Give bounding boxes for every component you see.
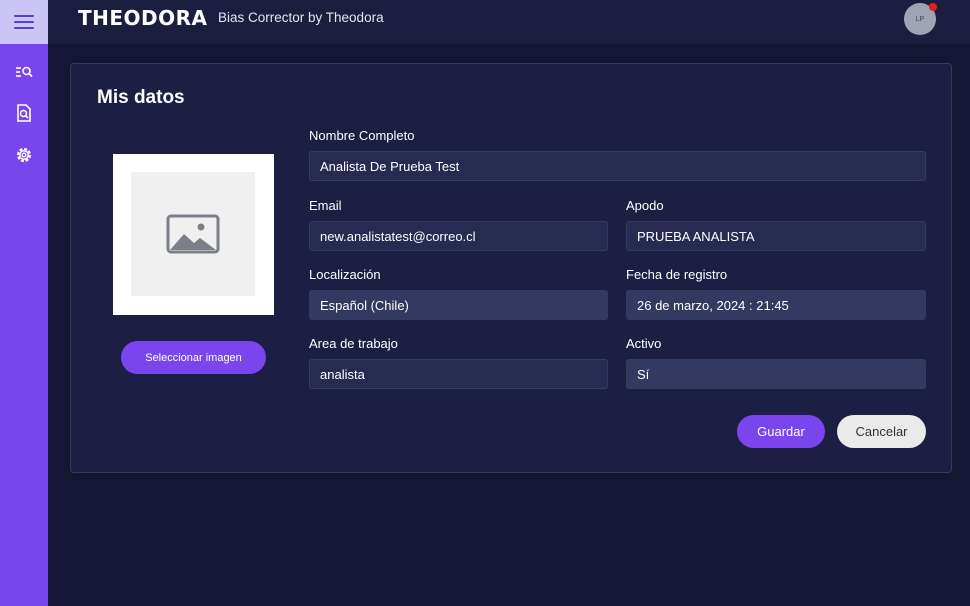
localizacion-label: Localización — [309, 267, 381, 282]
sidebar-item-document-search[interactable] — [14, 103, 34, 123]
image-placeholder — [131, 172, 255, 296]
nombre-field[interactable]: Analista De Prueba Test — [309, 151, 926, 181]
sidebar — [0, 0, 48, 606]
email-label: Email — [309, 198, 342, 213]
area-label: Area de trabajo — [309, 336, 398, 351]
fecha-label: Fecha de registro — [626, 267, 728, 282]
app-logo[interactable]: THEODORA — [78, 6, 208, 30]
gear-icon — [16, 147, 32, 163]
top-header: THEODORA Bias Corrector by Theodora LP — [48, 0, 970, 44]
list-search-icon — [16, 66, 33, 78]
nombre-label: Nombre Completo — [309, 128, 415, 143]
app-subtitle: Bias Corrector by Theodora — [218, 10, 384, 25]
save-button[interactable]: Guardar — [737, 415, 825, 448]
hamburger-icon — [14, 15, 34, 29]
apodo-label: Apodo — [626, 198, 664, 213]
sidebar-item-list-search[interactable] — [14, 62, 34, 82]
profile-card: Mis datos Seleccionar imagen Nombre Comp… — [70, 63, 952, 473]
fecha-field: 26 de marzo, 2024 : 21:45 — [626, 290, 926, 320]
page-title: Mis datos — [97, 87, 185, 108]
image-placeholder-icon — [166, 214, 220, 254]
apodo-field[interactable]: PRUEBA ANALISTA — [626, 221, 926, 251]
profile-image — [113, 154, 274, 315]
document-search-icon — [17, 104, 31, 122]
localizacion-select[interactable]: Español (Chile) — [309, 290, 608, 320]
area-field[interactable]: analista — [309, 359, 608, 389]
notification-dot — [929, 3, 937, 11]
activo-label: Activo — [626, 336, 662, 351]
select-image-button[interactable]: Seleccionar imagen — [121, 341, 266, 374]
menu-toggle-button[interactable] — [0, 0, 48, 44]
sidebar-item-settings[interactable] — [14, 145, 34, 165]
activo-field: Sí — [626, 359, 926, 389]
cancel-button[interactable]: Cancelar — [837, 415, 926, 448]
email-field[interactable]: new.analistatest@correo.cl — [309, 221, 608, 251]
